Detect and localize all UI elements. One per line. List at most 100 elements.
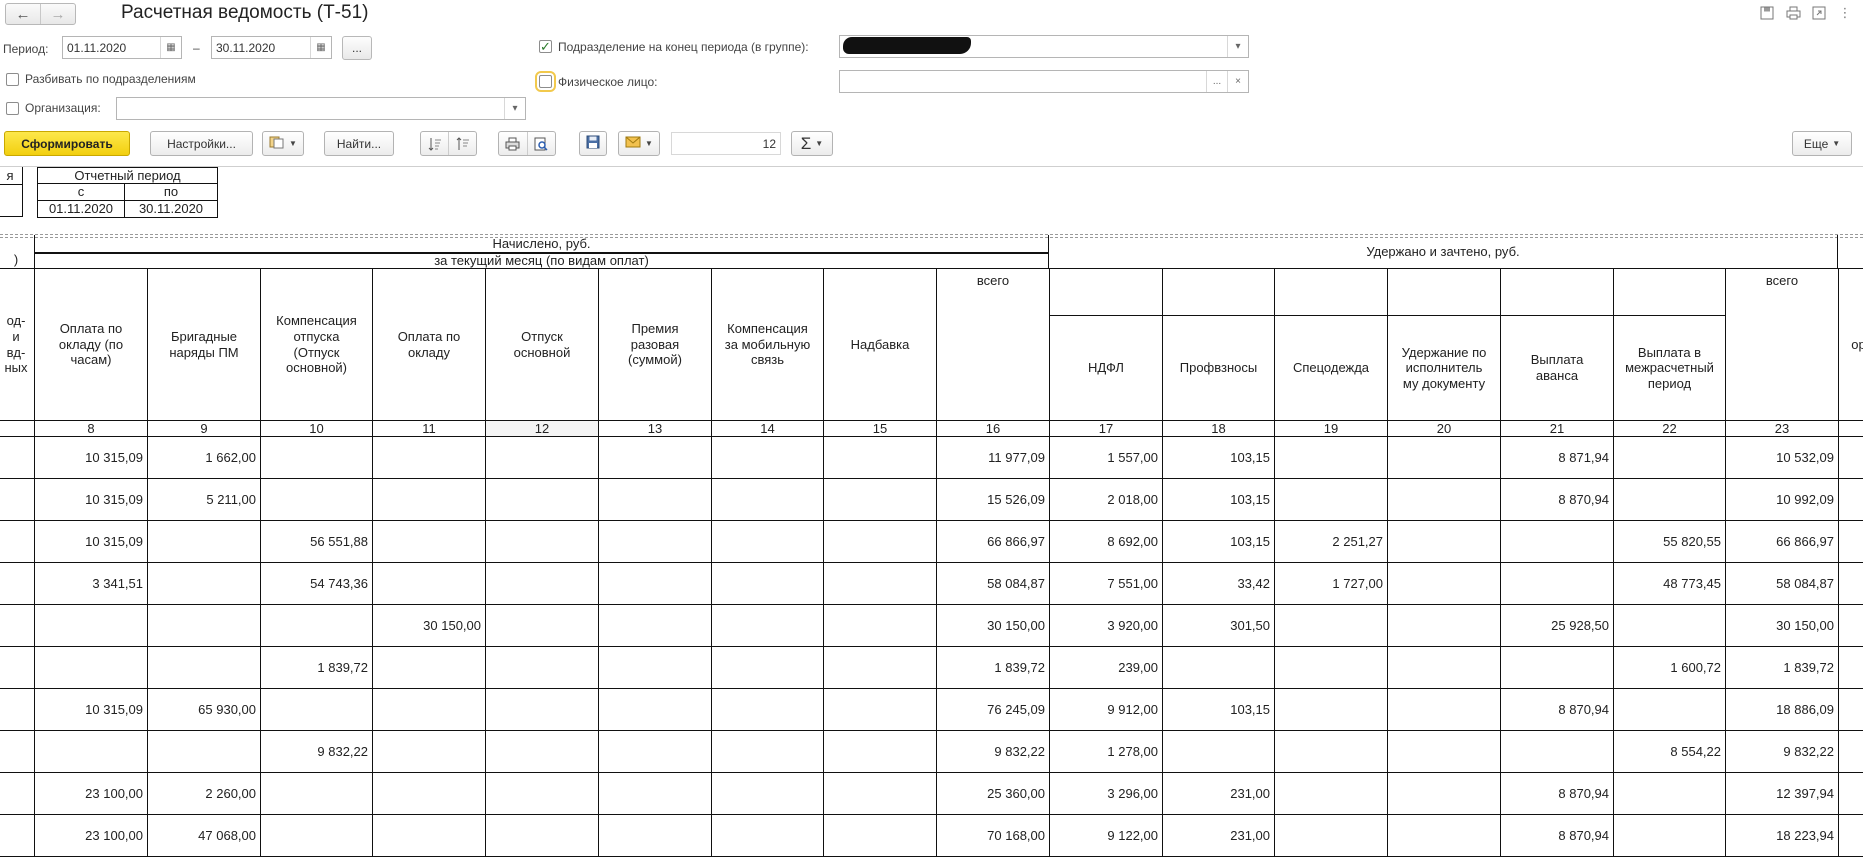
- left-stub-cell: [0, 605, 35, 647]
- table-cell: [712, 773, 824, 815]
- totals-button[interactable]: Σ ▼: [791, 131, 833, 156]
- clear-icon[interactable]: ×: [1227, 71, 1248, 92]
- table-cell: [712, 815, 824, 857]
- split-subdivisions-checkbox[interactable]: [6, 73, 19, 86]
- person-label: Физическое лицо:: [558, 75, 658, 89]
- table-cell: [1388, 437, 1501, 479]
- send-email-button[interactable]: ▼: [618, 131, 660, 156]
- left-stub-cell: [0, 563, 35, 605]
- table-cell: 2 018,00: [1050, 479, 1163, 521]
- right-stub-cell: [1839, 815, 1863, 857]
- table-cell: [373, 521, 486, 563]
- page-title: Расчетная ведомость (Т-51): [121, 2, 369, 23]
- right-stub-column-header: ор: [1839, 269, 1863, 421]
- settings-button[interactable]: Настройки...: [150, 131, 253, 156]
- table-cell: [712, 563, 824, 605]
- split-subdivisions-label: Разбивать по подразделениям: [25, 72, 196, 86]
- left-stub-cell: [0, 647, 35, 689]
- table-cell: [1388, 815, 1501, 857]
- table-cell: [1275, 815, 1388, 857]
- table-cell: 10 315,09: [35, 479, 148, 521]
- table-cell: [261, 437, 373, 479]
- organization-checkbox[interactable]: [6, 102, 19, 115]
- calendar-icon[interactable]: ▦: [160, 37, 181, 58]
- column-number: 15: [824, 421, 937, 437]
- table-cell: 8 870,94: [1501, 815, 1614, 857]
- redacted-value: [843, 37, 971, 54]
- table-cell: [486, 647, 599, 689]
- print-icon[interactable]: [499, 132, 528, 155]
- column-number: 16: [937, 421, 1050, 437]
- more-icon[interactable]: ⋮: [1835, 4, 1855, 22]
- table-cell: 8 870,94: [1501, 773, 1614, 815]
- table-cell: 18 886,09: [1726, 689, 1839, 731]
- right-stub-cell: [1839, 647, 1863, 689]
- table-cell: [1275, 647, 1388, 689]
- person-checkbox[interactable]: [535, 71, 556, 92]
- save-button[interactable]: [579, 131, 607, 156]
- table-cell: [1388, 689, 1501, 731]
- print-preview-icon[interactable]: [528, 132, 556, 155]
- table-cell: [373, 815, 486, 857]
- table-cell: [824, 521, 937, 563]
- table-cell: [712, 731, 824, 773]
- copy-icon: [269, 135, 285, 152]
- table-cell: [148, 647, 261, 689]
- table-cell: [824, 731, 937, 773]
- column-header: Компенсация отпуска (Отпуск основной): [261, 269, 373, 421]
- column-header: Бригадные наряды ПМ: [148, 269, 261, 421]
- print-icon[interactable]: [1783, 4, 1803, 22]
- expand-groups-icon[interactable]: [421, 132, 449, 155]
- link-icon[interactable]: [1809, 4, 1829, 22]
- save-icon[interactable]: [1757, 4, 1777, 22]
- organization-field[interactable]: ▾: [116, 97, 526, 120]
- table-cell: [1501, 521, 1614, 563]
- period-from-label: с: [37, 184, 125, 201]
- find-button[interactable]: Найти...: [324, 131, 394, 156]
- period-to-field[interactable]: 30.11.2020 ▦: [211, 36, 332, 59]
- font-size-field[interactable]: 12: [671, 132, 781, 155]
- table-cell: [1388, 563, 1501, 605]
- more-button[interactable]: Еще ▼: [1792, 131, 1852, 156]
- person-field[interactable]: ... ×: [839, 70, 1249, 93]
- subdivision-checkbox[interactable]: ✓: [539, 40, 552, 53]
- table-cell: 30 150,00: [937, 605, 1050, 647]
- table-cell: [261, 773, 373, 815]
- table-cell: [1614, 689, 1726, 731]
- copy-variant-button[interactable]: ▼: [262, 131, 304, 156]
- chevron-down-icon: ▼: [645, 139, 653, 148]
- table-cell: [373, 479, 486, 521]
- table-cell: [148, 731, 261, 773]
- calendar-icon[interactable]: ▦: [310, 37, 331, 58]
- collapse-groups-icon[interactable]: [449, 132, 476, 155]
- table-cell: 15 526,09: [937, 479, 1050, 521]
- withheld-header: Удержано и зачтено, руб.: [1049, 235, 1838, 269]
- table-cell: 76 245,09: [937, 689, 1050, 731]
- column-header: Спецодежда: [1275, 316, 1388, 421]
- select-button[interactable]: ...: [1206, 71, 1227, 92]
- table-cell: 1 727,00: [1275, 563, 1388, 605]
- table-cell: [712, 479, 824, 521]
- table-cell: 103,15: [1163, 521, 1275, 563]
- navigation-buttons: ← →: [5, 3, 76, 25]
- column-number: 19: [1275, 421, 1388, 437]
- period-from-field[interactable]: 01.11.2020 ▦: [62, 36, 182, 59]
- table-cell: [599, 647, 712, 689]
- table-cell: 8 692,00: [1050, 521, 1163, 563]
- table-cell: 8 554,22: [1614, 731, 1726, 773]
- table-cell: 58 084,87: [1726, 563, 1839, 605]
- print-buttons: [498, 131, 556, 156]
- accrued-sub-header: за текущий месяц (по видам оплат): [35, 253, 1049, 269]
- table-cell: 2 260,00: [148, 773, 261, 815]
- report-spreadsheet[interactable]: я Отчетный период с по 01.11.2020 30.11.…: [0, 167, 1863, 868]
- table-cell: [599, 521, 712, 563]
- forward-arrow-icon[interactable]: →: [40, 4, 75, 24]
- column-header: всего: [937, 269, 1050, 421]
- period-select-button[interactable]: ...: [342, 36, 372, 60]
- table-cell: [1275, 605, 1388, 647]
- chevron-down-icon[interactable]: ▾: [1227, 36, 1248, 57]
- back-arrow-icon[interactable]: ←: [6, 4, 40, 24]
- table-cell: 1 278,00: [1050, 731, 1163, 773]
- chevron-down-icon[interactable]: ▾: [504, 98, 525, 119]
- generate-button[interactable]: Сформировать: [4, 131, 130, 156]
